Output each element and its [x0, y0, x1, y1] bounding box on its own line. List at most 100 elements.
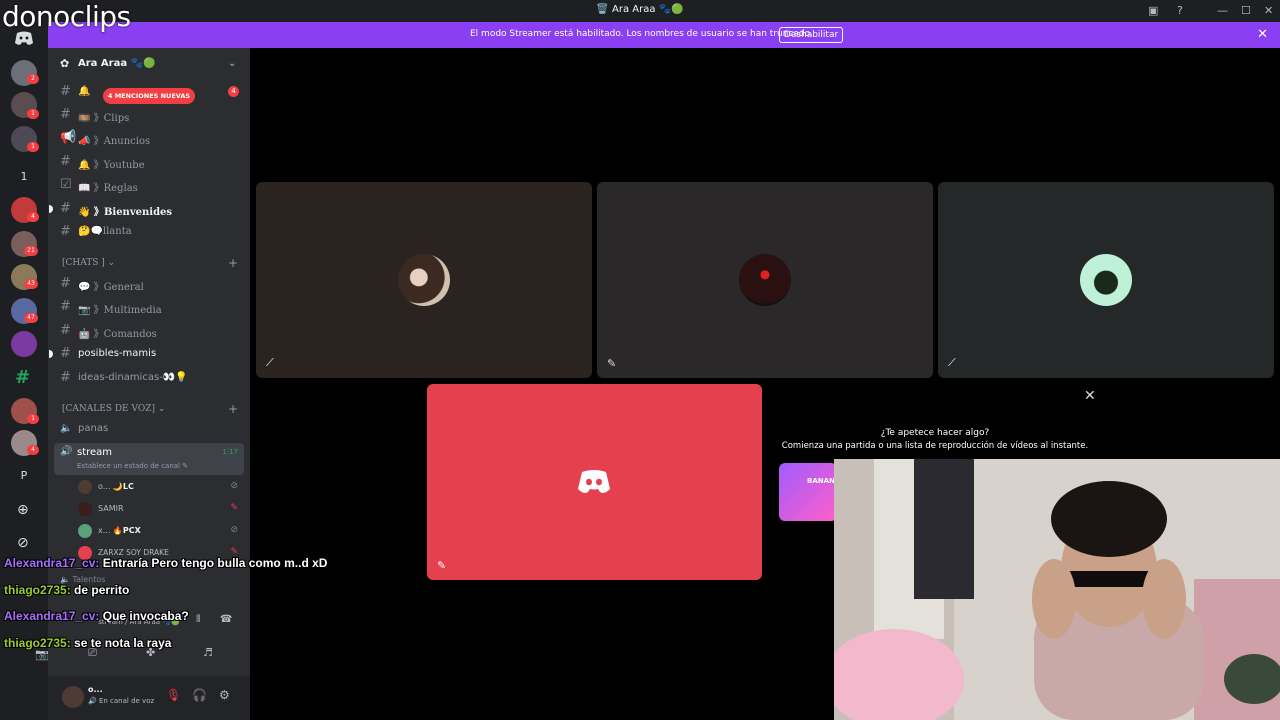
channel-llanta[interactable]: # 🤔🗨️llanta	[56, 222, 242, 242]
avatar	[78, 524, 92, 538]
minimize-icon[interactable]: —	[1217, 4, 1228, 17]
category-chats[interactable]: [CHATS ] ⌄	[62, 258, 115, 268]
voice-channel-panas[interactable]: 🔈 panas	[56, 419, 242, 439]
server-badge: 1	[27, 142, 39, 152]
close-banner-icon[interactable]: ✕	[1257, 27, 1268, 42]
server-badge: 21	[24, 246, 38, 256]
mic-muted-icon: ⟋	[948, 356, 956, 369]
soundboard-icon[interactable]: ♬	[203, 646, 213, 659]
help-icon[interactable]: ?	[1177, 4, 1183, 17]
activity-title: ¿Te apetece hacer algo?	[880, 428, 990, 438]
banner-message: El modo Streamer está habilitado. Los no…	[470, 29, 813, 39]
streamer-mode-banner: El modo Streamer está habilitado. Los no…	[0, 22, 1280, 48]
channel-ideas-dinamicas[interactable]: # ideas-dinamicas-👀💡	[56, 368, 242, 388]
avatar	[1080, 254, 1132, 306]
hash-icon: #	[60, 299, 71, 314]
server-icon: 🗑️	[596, 4, 613, 15]
mic-muted-icon: ⊘	[230, 481, 238, 491]
user-status: 🔊 En canal de voz	[88, 697, 155, 705]
webcam-video	[834, 459, 1280, 720]
chat-message: Alexandra17_cv: Entraría Pero tengo bull…	[4, 556, 328, 570]
channel-posibles-mamis[interactable]: # posibles-mamis	[49, 344, 242, 364]
hash-icon: #	[60, 154, 71, 169]
voice-channel-stream[interactable]: 🔊 stream Establece un estado de canal ✎ …	[54, 443, 244, 475]
server-header[interactable]: ✿ Ara Araa 🐾🟢 ⌄	[48, 52, 250, 76]
server-badge: 1	[27, 109, 39, 119]
participant-tile[interactable]: ⟋	[938, 182, 1274, 378]
add-voice-channel-icon[interactable]: +	[228, 402, 238, 416]
noise-suppression-icon[interactable]: ⦀	[196, 614, 200, 625]
deafened-icon: ✎	[230, 503, 238, 513]
mentions-badge: 4	[228, 86, 239, 97]
settings-gear-icon[interactable]: ⚙	[219, 688, 230, 702]
server-badge: 4	[27, 212, 39, 222]
activity-prompt: ✕ ¿Te apetece hacer algo? Comienza una p…	[770, 384, 1110, 464]
hash-icon: #	[60, 224, 71, 239]
mic-muted-icon: ⟋	[266, 356, 274, 369]
channel-general[interactable]: # 💬 》General	[56, 274, 242, 294]
server-name: Ara Araa 🐾🟢	[78, 58, 156, 69]
new-mentions-pill[interactable]: 4 MENCIONES NUEVAS	[103, 88, 195, 104]
mic-muted-icon: ⊘	[230, 525, 238, 535]
discord-logo-icon	[578, 470, 610, 493]
close-window-icon[interactable]: ✕	[1264, 4, 1273, 17]
channel-youtube[interactable]: # 🔔 》Youtube	[56, 152, 242, 172]
username[interactable]: o...	[88, 685, 103, 694]
chat-message: thiago2735: de perrito	[4, 583, 130, 597]
streamer-webcam	[834, 459, 1280, 720]
megaphone-icon: 📢	[60, 130, 77, 145]
hash-icon: #	[60, 107, 71, 122]
disconnect-icon[interactable]: ☎	[220, 614, 232, 625]
rules-icon: ☑	[60, 177, 72, 192]
channel-anuncios[interactable]: 📢 📣 》Anuncios	[56, 128, 242, 148]
channel-comandos[interactable]: # 🤖 》Comandos	[56, 321, 242, 341]
headphones-icon[interactable]: 🎧	[192, 688, 207, 702]
voice-timer: 1:17	[222, 448, 238, 456]
hashtag-server-icon[interactable]: #	[15, 367, 30, 388]
channel-reglas[interactable]: ☑ 📖 》Reglas	[56, 175, 242, 195]
voice-user[interactable]: SAMIR ✎	[78, 500, 244, 520]
server-badge: 1	[27, 414, 39, 424]
server-gear-icon: ✿	[60, 57, 70, 70]
speaker-icon: 🔈	[60, 423, 73, 434]
channel-multimedia[interactable]: # 📷 》Multimedia	[56, 297, 242, 317]
chevron-down-icon[interactable]: ⌄	[228, 58, 236, 69]
hash-icon: #	[60, 370, 71, 385]
close-icon[interactable]: ✕	[1084, 388, 1096, 404]
discover-icon[interactable]: ⊘	[17, 535, 29, 551]
maximize-icon[interactable]: ☐	[1241, 4, 1251, 17]
bell-icon: 🔔	[78, 86, 91, 97]
speaker-icon: 🔊	[60, 446, 73, 457]
add-server-icon[interactable]: ⊕	[17, 502, 29, 518]
chat-message: thiago2735: se te nota la raya	[4, 636, 172, 650]
channel-clips[interactable]: # 🎞️ 》Clips	[56, 105, 242, 125]
voice-user[interactable]: o... 🌙LC ⊘	[78, 478, 244, 498]
window-title: 🗑️ Ara Araa 🐾🟢	[596, 4, 684, 15]
deafened-icon: ✎	[437, 559, 447, 572]
voice-user[interactable]: x... 🔥PCX ⊘	[78, 522, 244, 542]
hash-icon: #	[60, 84, 71, 99]
avatar	[739, 254, 791, 306]
channel-bienvenides[interactable]: # 👋 》Bienvenides	[49, 199, 242, 219]
category-voice[interactable]: [CANALES DE VOZ] ⌄	[62, 404, 165, 414]
activity-game-card[interactable]: BANANA	[779, 463, 837, 521]
activity-subtitle: Comienza una partida o una lista de repr…	[781, 441, 1089, 451]
folder-label[interactable]: 1	[0, 170, 48, 183]
server-badge: 43	[24, 279, 38, 289]
hash-icon: #	[60, 323, 71, 338]
disable-streamer-button[interactable]: Deshabilitar	[779, 27, 843, 43]
participant-tile-self[interactable]: ✎	[427, 384, 762, 580]
watermark: donoclips	[2, 0, 131, 33]
mic-muted-icon[interactable]: 🎙	[166, 688, 181, 702]
participant-tile[interactable]: ✎	[597, 182, 933, 378]
avatar[interactable]	[62, 686, 84, 708]
avatar	[78, 480, 92, 494]
add-channel-icon[interactable]: +	[228, 256, 238, 270]
hash-icon: #	[60, 276, 71, 291]
participant-tile[interactable]: ⟋	[256, 182, 592, 378]
inbox-icon[interactable]: ▣	[1148, 4, 1158, 17]
letter-server[interactable]: P	[0, 469, 48, 482]
channel-status[interactable]: Establece un estado de canal ✎	[77, 462, 188, 470]
user-panel: o... 🔊 En canal de voz 🎙 🎧 ⚙	[48, 676, 250, 720]
server-avatar[interactable]	[11, 331, 37, 357]
